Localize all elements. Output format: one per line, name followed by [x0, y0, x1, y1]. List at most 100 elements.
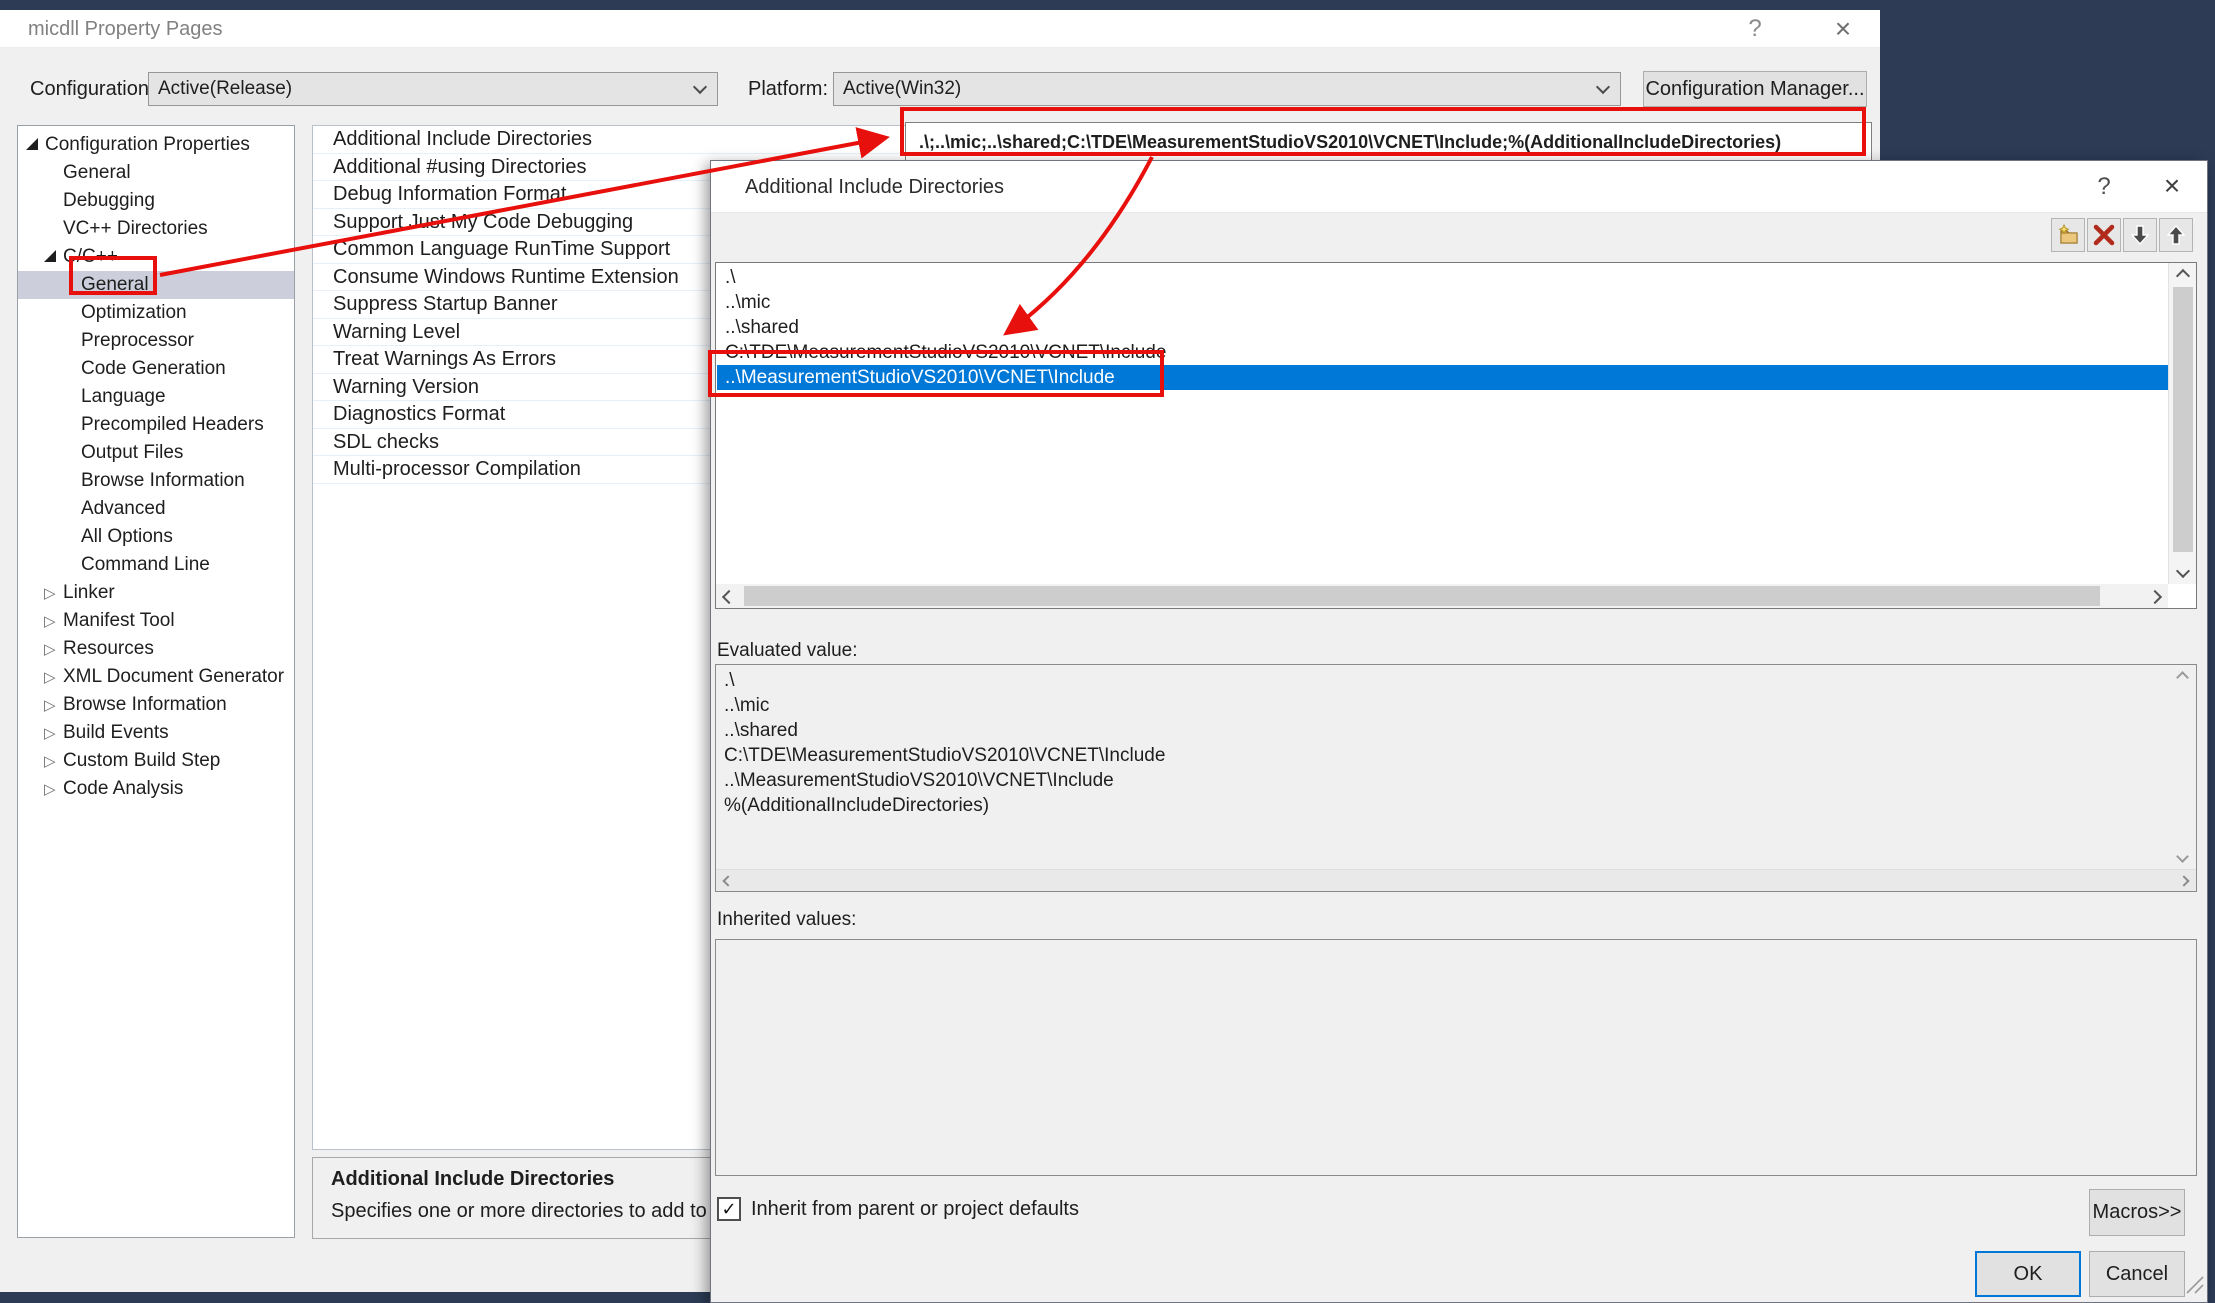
tree-item[interactable]: Output Files [18, 439, 294, 467]
tree-item-label: Advanced [81, 498, 166, 520]
tree-item[interactable]: VC++ Directories [18, 215, 294, 243]
list-item[interactable]: ..\mic [717, 290, 2168, 315]
tree-item[interactable]: ▷Linker [18, 579, 294, 607]
evaluated-value-line: C:\TDE\MeasurementStudioVS2010\VCNET\Inc… [716, 743, 2196, 768]
evaluated-value-label: Evaluated value: [717, 640, 858, 662]
move-up-button[interactable] [2159, 218, 2193, 252]
property-name: Consume Windows Runtime Extension [313, 264, 679, 291]
cancel-button[interactable]: Cancel [2089, 1251, 2185, 1297]
list-item[interactable]: .\ [717, 265, 2168, 290]
list-item[interactable]: ..\MeasurementStudioVS2010\VCNET\Include [717, 365, 2168, 390]
tree-item[interactable]: C/C++ [18, 243, 294, 271]
tree-item[interactable]: Browse Information [18, 467, 294, 495]
move-down-button[interactable] [2123, 218, 2157, 252]
window-title: micdll Property Pages [28, 10, 223, 48]
scroll-left-icon[interactable] [722, 875, 733, 886]
property-name: Support Just My Code Debugging [313, 209, 633, 236]
tree-expander-closed-icon[interactable]: ▷ [44, 691, 63, 719]
tree-expander-closed-icon[interactable]: ▷ [44, 635, 63, 663]
scroll-up-icon[interactable] [2176, 269, 2190, 283]
new-line-button[interactable] [2051, 218, 2085, 252]
tree-item-label: Language [81, 386, 166, 408]
tree-expander-closed-icon[interactable]: ▷ [44, 775, 63, 803]
tree-item[interactable]: Configuration Properties [18, 131, 294, 159]
evaluated-value-line: .\ [716, 668, 2196, 693]
window-titlebar: micdll Property Pages ? × [0, 10, 1880, 48]
close-icon[interactable]: × [1820, 10, 1866, 48]
tree-expander-closed-icon[interactable]: ▷ [44, 747, 63, 775]
tree-item-label: General [63, 162, 131, 184]
horizontal-scrollbar[interactable] [716, 584, 2168, 608]
tree-item[interactable]: Command Line [18, 551, 294, 579]
tree-expander-closed-icon[interactable]: ▷ [44, 663, 63, 691]
scroll-down-icon[interactable] [2176, 564, 2190, 578]
inherited-values-box [715, 939, 2197, 1176]
scroll-left-icon[interactable] [722, 590, 736, 604]
scrollbar-thumb[interactable] [2173, 287, 2193, 552]
tree-item[interactable]: General [18, 271, 294, 299]
tree-item-label: XML Document Generator [63, 666, 284, 688]
macros-button[interactable]: Macros>> [2089, 1189, 2185, 1236]
list-item[interactable]: C:\TDE\MeasurementStudioVS2010\VCNET\Inc… [717, 340, 2168, 365]
list-item[interactable]: ..\shared [717, 315, 2168, 340]
tree-item-label: VC++ Directories [63, 218, 208, 240]
scroll-right-icon[interactable] [2178, 875, 2189, 886]
help-icon[interactable]: ? [2081, 161, 2127, 213]
tree-item[interactable]: Debugging [18, 187, 294, 215]
tree-item[interactable]: General [18, 159, 294, 187]
ok-button[interactable]: OK [1975, 1251, 2081, 1297]
property-name: Warning Version [313, 374, 479, 401]
tree-item[interactable]: ▷Build Events [18, 719, 294, 747]
property-name: Debug Information Format [313, 181, 566, 208]
tree-item[interactable]: Preprocessor [18, 327, 294, 355]
tree-item-label: Linker [63, 582, 115, 604]
configuration-manager-button[interactable]: Configuration Manager... [1643, 71, 1867, 107]
tree-item[interactable]: ▷Code Analysis [18, 775, 294, 803]
dialog-titlebar: Additional Include Directories ? × [711, 161, 2207, 213]
tree-item[interactable]: ▷Manifest Tool [18, 607, 294, 635]
tree-item[interactable]: All Options [18, 523, 294, 551]
configuration-dropdown[interactable]: Active(Release) [148, 72, 718, 106]
tree-item[interactable]: Advanced [18, 495, 294, 523]
inherit-defaults-checkbox[interactable]: ✓ [717, 1197, 741, 1221]
tree-item[interactable]: ▷Resources [18, 635, 294, 663]
platform-dropdown[interactable]: Active(Win32) [833, 72, 1621, 106]
tree-item-label: Code Analysis [63, 778, 183, 800]
tree-item-label: Custom Build Step [63, 750, 220, 772]
chevron-down-icon [693, 80, 707, 94]
configuration-label: Configuration: [30, 72, 155, 106]
tree-item[interactable]: Code Generation [18, 355, 294, 383]
tree-item[interactable]: ▷Browse Information [18, 691, 294, 719]
tree-item[interactable]: ▷Custom Build Step [18, 747, 294, 775]
tree-item[interactable]: Precompiled Headers [18, 411, 294, 439]
tree-item[interactable]: ▷XML Document Generator [18, 663, 294, 691]
chevron-down-icon [1596, 80, 1610, 94]
vertical-scrollbar[interactable] [2168, 263, 2196, 584]
tree-item[interactable]: Language [18, 383, 294, 411]
horizontal-scrollbar[interactable] [716, 869, 2196, 891]
tree-expander-closed-icon[interactable]: ▷ [44, 579, 63, 607]
scrollbar-thumb[interactable] [744, 586, 2100, 606]
tree-item-label: General [81, 274, 149, 296]
resize-grip[interactable] [2182, 1272, 2204, 1299]
inherit-defaults-label: Inherit from parent or project defaults [751, 1197, 1079, 1221]
property-name: Diagnostics Format [313, 401, 505, 428]
tree-item-label: Browse Information [63, 694, 227, 716]
tree-item-label: Code Generation [81, 358, 226, 380]
additional-include-directories-dialog: Additional Include Directories ? × [710, 160, 2208, 1303]
property-name: Multi-processor Compilation [313, 456, 581, 483]
tree-expander-open-icon[interactable] [26, 138, 38, 150]
scroll-right-icon[interactable] [2148, 590, 2162, 604]
close-icon[interactable]: × [2149, 161, 2195, 211]
scroll-down-icon[interactable] [2176, 850, 2189, 863]
tree-item-label: Precompiled Headers [81, 414, 264, 436]
tree-expander-closed-icon[interactable]: ▷ [44, 719, 63, 747]
tree-item[interactable]: Optimization [18, 299, 294, 327]
tree-expander-open-icon[interactable] [44, 250, 56, 262]
delete-button[interactable] [2087, 218, 2121, 252]
additional-include-directories-value-field[interactable]: .\;..\mic;..\shared;C:\TDE\MeasurementSt… [905, 122, 1872, 162]
help-icon[interactable]: ? [1732, 10, 1778, 48]
property-name: Additional Include Directories [313, 126, 592, 153]
evaluated-value-line: ..\MeasurementStudioVS2010\VCNET\Include [716, 768, 2196, 793]
tree-expander-closed-icon[interactable]: ▷ [44, 607, 63, 635]
